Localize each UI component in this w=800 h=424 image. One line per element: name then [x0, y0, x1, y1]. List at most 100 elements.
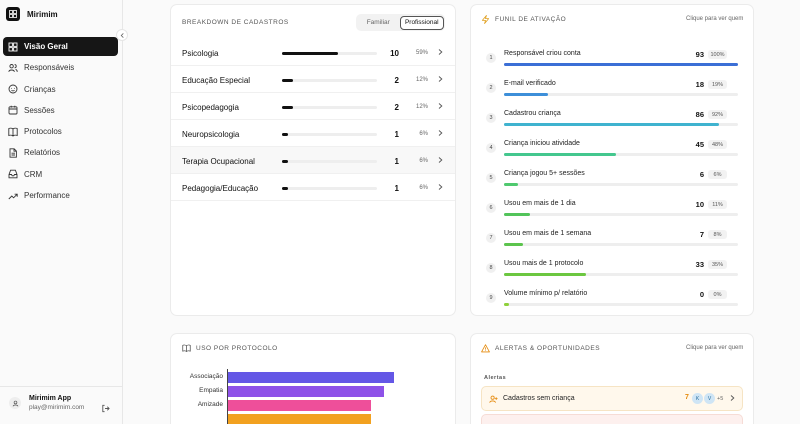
- breakdown-row[interactable]: Educação Especial 2 12%: [171, 66, 455, 93]
- breakdown-row-pct: 6%: [419, 185, 428, 191]
- user-email: play@mirimim.com: [29, 404, 85, 411]
- breakdown-row[interactable]: Psicologia 10 59%: [171, 39, 455, 66]
- protocol-header: Uso por protocolo: [182, 344, 278, 352]
- sidebar-item-responsaveis[interactable]: Responsáveis: [3, 58, 118, 77]
- funnel-bar-track: [504, 183, 738, 186]
- grid-icon: [8, 42, 18, 51]
- toggle-familiar[interactable]: Familiar: [357, 16, 400, 30]
- funnel-step[interactable]: 5 Criança jogou 5+ sessões 6 6%: [471, 165, 753, 195]
- chevron-left-icon: [120, 32, 124, 38]
- breakdown-row[interactable]: Terapia Ocupacional 1 6%: [171, 147, 455, 174]
- funnel-step-count: 7: [699, 230, 704, 239]
- funnel-step-count: 45: [695, 140, 704, 149]
- breakdown-row[interactable]: Pedagogia/Educação 1 6%: [171, 174, 455, 201]
- user-profile[interactable]: Mirimim App play@mirimim.com: [9, 395, 84, 411]
- sidebar-item-label: Performance: [24, 191, 70, 201]
- funnel-step-pct: 48%: [708, 140, 727, 149]
- funnel-step-count: 0: [699, 290, 704, 299]
- funnel-step[interactable]: 3 Cadastrou criança 86 92%: [471, 105, 753, 135]
- funnel-step-pct: 92%: [708, 110, 727, 119]
- breakdown-row[interactable]: Psicopedagogia 2 12%: [171, 93, 455, 120]
- protocol-bar[interactable]: [228, 414, 371, 424]
- toggle-profissional[interactable]: Profissional: [399, 15, 444, 30]
- breakdown-bar-fill: [282, 79, 294, 82]
- funnel-bar-fill: [504, 243, 523, 246]
- funnel-step[interactable]: 8 Usou mais de 1 protocolo 33 35%: [471, 255, 753, 285]
- protocol-bar-row: Amizade: [171, 400, 455, 411]
- funnel-bar-fill: [504, 93, 549, 96]
- breakdown-row-count: 1: [394, 157, 399, 166]
- chart-axis: [227, 369, 228, 424]
- sidebar-item-label: Responsáveis: [24, 63, 75, 73]
- breakdown-row-pct: 59%: [415, 50, 428, 56]
- alerts-header: Alertas & oportunidades: [481, 344, 600, 353]
- funnel-bar-fill: [504, 123, 720, 126]
- funnel-step-name: Cadastrou criança: [504, 110, 561, 117]
- funnel-step[interactable]: 1 Responsável criou conta 93 100%: [471, 45, 753, 75]
- funnel-step-count: 18: [695, 80, 704, 89]
- avatar-chip: V: [704, 393, 715, 404]
- funnel-bar-track: [504, 273, 738, 276]
- alerts-hint: Clique para ver quem: [686, 345, 744, 351]
- breakdown-bar-track: [282, 106, 377, 109]
- funnel-bar-fill: [504, 213, 530, 216]
- funnel-step-name: Usou mais de 1 protocolo: [504, 260, 584, 267]
- funnel-title: Funil de ativação: [495, 16, 567, 23]
- funnel-step-name: Responsável criou conta: [504, 50, 581, 57]
- funnel-step[interactable]: 9 Volume mínimo p/ relatório 0 0%: [471, 285, 753, 315]
- funnel-step-count: 86: [695, 110, 704, 119]
- sidebar-item-criancas[interactable]: Crianças: [3, 80, 118, 99]
- breakdown-row-pct: 6%: [419, 158, 428, 164]
- alert-row[interactable]: [481, 414, 743, 424]
- sidebar-item-performance[interactable]: Performance: [3, 186, 118, 205]
- logout-icon[interactable]: [101, 400, 110, 418]
- sidebar-item-label: Crianças: [24, 84, 56, 94]
- funnel-bar-fill: [504, 303, 509, 306]
- funnel-step[interactable]: 7 Usou em mais de 1 semana 7 8%: [471, 225, 753, 255]
- funnel-step-pct: 0%: [708, 290, 727, 299]
- funnel-step[interactable]: 4 Criança iniciou atividade 45 48%: [471, 135, 753, 165]
- avatar-chip: K: [692, 393, 703, 404]
- funnel-bar-track: [504, 93, 738, 96]
- sidebar-item-protocolos[interactable]: Protocolos: [3, 122, 118, 141]
- breakdown-row-count: 10: [390, 49, 399, 58]
- collapse-sidebar-button[interactable]: [116, 29, 128, 41]
- funnel-step-name: Volume mínimo p/ relatório: [504, 290, 588, 297]
- breakdown-bar-track: [282, 79, 377, 82]
- breakdown-row-pct: 6%: [419, 131, 428, 137]
- sidebar-item-visao-geral[interactable]: Visão Geral: [3, 37, 118, 56]
- protocol-bar[interactable]: [228, 386, 385, 397]
- funnel-step-number: 7: [486, 233, 496, 243]
- funnel-step[interactable]: 6 Usou em mais de 1 dia 10 11%: [471, 195, 753, 225]
- funnel-step-name: Criança iniciou atividade: [504, 140, 580, 147]
- sidebar-item-relatorios[interactable]: Relatórios: [3, 143, 118, 162]
- funnel-step-count: 33: [695, 260, 704, 269]
- protocol-bar[interactable]: [228, 372, 394, 383]
- sidebar-item-crm[interactable]: CRM: [3, 165, 118, 184]
- alerts-title: Alertas & oportunidades: [495, 345, 601, 352]
- funnel-step-name: Criança jogou 5+ sessões: [504, 170, 585, 177]
- sidebar-item-sessoes[interactable]: Sessões: [3, 101, 118, 120]
- chevron-right-icon: [438, 184, 443, 190]
- funnel-step-pct: 35%: [708, 260, 727, 269]
- funnel-step[interactable]: 2 E-mail verificado 18 19%: [471, 75, 753, 105]
- breakdown-row[interactable]: Neuropsicologia 1 6%: [171, 120, 455, 147]
- brand[interactable]: Mirimim: [6, 7, 58, 21]
- funnel-step-pct: 19%: [708, 80, 727, 89]
- funnel-step-pct: 11%: [708, 200, 727, 209]
- trend-icon: [8, 193, 18, 199]
- breakdown-title: Breakdown de cadastros: [182, 19, 289, 26]
- alert-row[interactable]: Cadastros sem criança 7 K V +5: [481, 386, 743, 411]
- protocol-bar[interactable]: [228, 400, 371, 411]
- chevron-right-icon: [438, 157, 443, 163]
- breakdown-bar-track: [282, 187, 377, 190]
- breakdown-row-count: 1: [394, 184, 399, 193]
- sidebar: Mirimim Visão Geral Responsáveis Crianças S…: [0, 0, 123, 424]
- user-plus-icon: [489, 395, 498, 403]
- breakdown-row-name: Psicopedagogia: [182, 103, 239, 112]
- funnel-step-count: 6: [699, 170, 704, 179]
- funnel-bar-track: [504, 303, 738, 306]
- breakdown-bar-track: [282, 52, 377, 55]
- protocol-bar-label: Empatia: [199, 387, 223, 394]
- breakdown-row-pct: 12%: [415, 77, 428, 83]
